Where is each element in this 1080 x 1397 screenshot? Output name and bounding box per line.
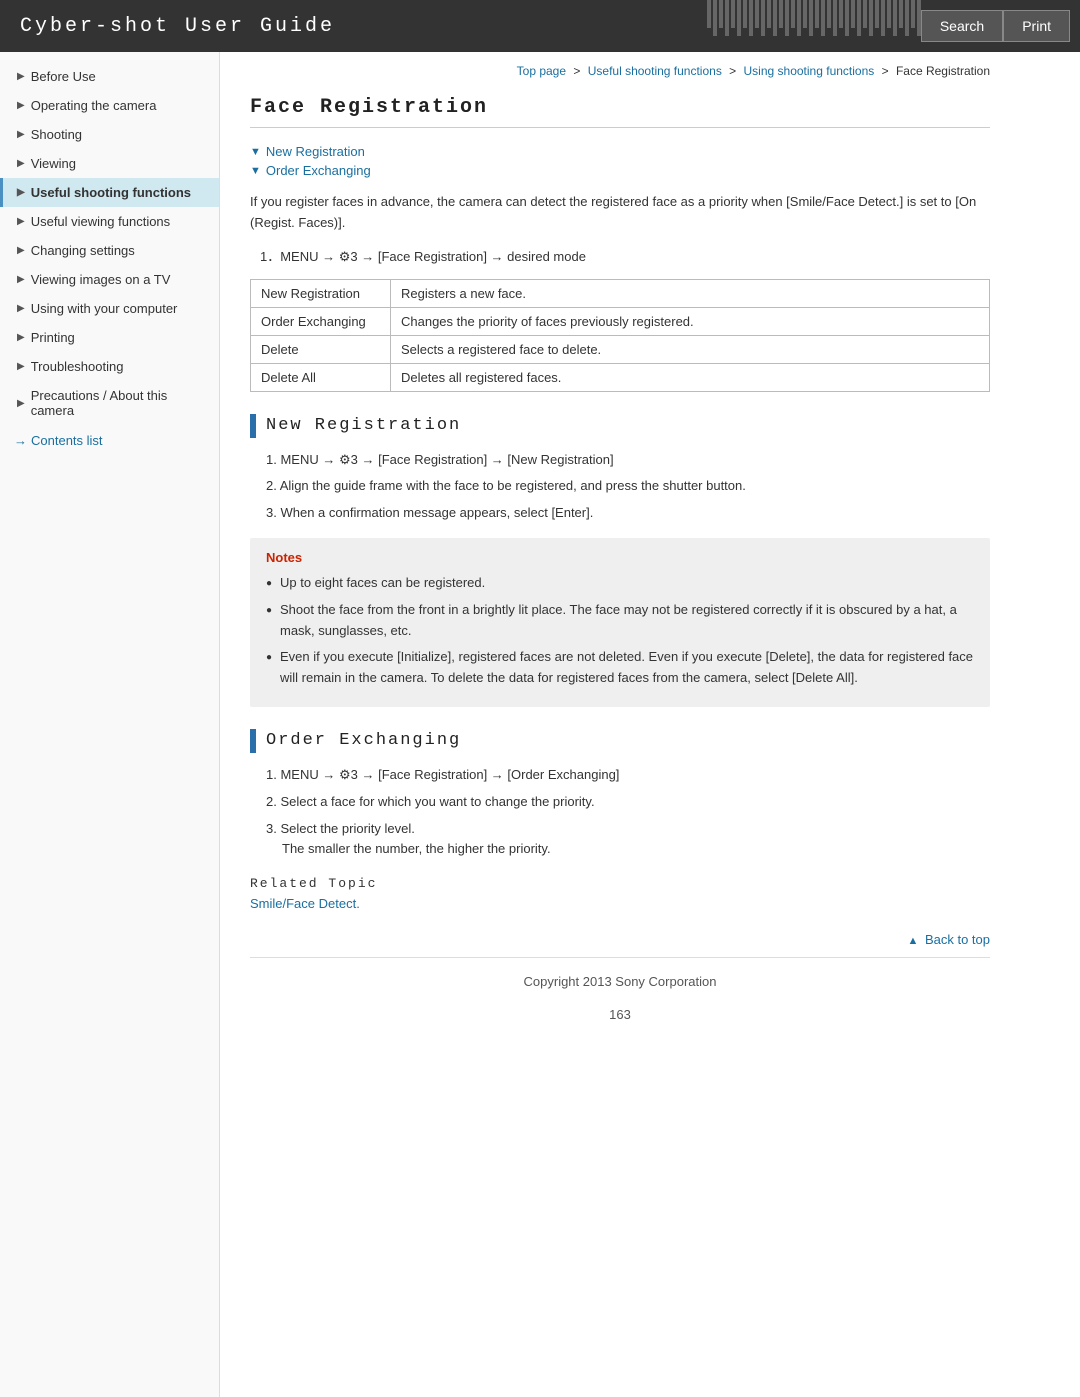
table-row: DeleteSelects a registered face to delet… xyxy=(251,335,990,363)
table-cell-value: Deletes all registered faces. xyxy=(391,363,990,391)
table-row: Delete AllDeletes all registered faces. xyxy=(251,363,990,391)
related-topic: Related Topic Smile/Face Detect. xyxy=(250,876,990,911)
header-decoration xyxy=(707,0,921,52)
triangle-down-icon: ▼ xyxy=(250,146,261,158)
triangle-down-icon: ▼ xyxy=(250,165,261,177)
app-title: Cyber-shot User Guide xyxy=(20,15,335,38)
table-cell-label: Delete All xyxy=(251,363,391,391)
blue-bar-icon xyxy=(250,729,256,753)
sidebar-item-label: Printing xyxy=(31,330,75,345)
arrow-icon: ▶ xyxy=(17,100,25,111)
table-cell-label: Delete xyxy=(251,335,391,363)
list-item: MENU → ⚙3 → [Face Registration] → [New R… xyxy=(250,450,990,471)
list-item: Up to eight faces can be registered. xyxy=(266,573,974,594)
breadcrumb-useful-shooting[interactable]: Useful shooting functions xyxy=(588,64,722,78)
function-table: New RegistrationRegisters a new face.Ord… xyxy=(250,279,990,392)
arrow-icon: ▶ xyxy=(17,361,25,372)
copyright-text: Copyright 2013 Sony Corporation xyxy=(524,974,717,989)
table-row: Order ExchangingChanges the priority of … xyxy=(251,307,990,335)
sidebar: ▶ Before Use ▶ Operating the camera ▶ Sh… xyxy=(0,52,220,1397)
sidebar-item-changing-settings[interactable]: ▶ Changing settings xyxy=(0,236,219,265)
table-row: New RegistrationRegisters a new face. xyxy=(251,279,990,307)
main-content: Top page > Useful shooting functions > U… xyxy=(220,52,1020,1397)
list-item: Even if you execute [Initialize], regist… xyxy=(266,647,974,689)
table-cell-value: Selects a registered face to delete. xyxy=(391,335,990,363)
page-number: 163 xyxy=(250,999,990,1036)
arrow-icon: ▶ xyxy=(17,303,25,314)
sidebar-item-label: Operating the camera xyxy=(31,98,157,113)
notes-list: Up to eight faces can be registered. Shoo… xyxy=(266,573,974,689)
sidebar-item-label: Before Use xyxy=(31,69,96,84)
order-exchanging-heading: Order Exchanging xyxy=(250,729,990,753)
new-registration-link[interactable]: New Registration xyxy=(266,144,365,159)
table-cell-value: Registers a new face. xyxy=(391,279,990,307)
new-registration-steps: MENU → ⚙3 → [Face Registration] → [New R… xyxy=(250,450,990,524)
sidebar-item-label: Viewing xyxy=(31,156,76,171)
notes-box: Notes Up to eight faces can be registere… xyxy=(250,538,990,707)
table-cell-label: New Registration xyxy=(251,279,391,307)
sidebar-item-shooting[interactable]: ▶ Shooting xyxy=(0,120,219,149)
sidebar-item-label: Useful viewing functions xyxy=(31,214,170,229)
list-item: Align the guide frame with the face to b… xyxy=(250,476,990,497)
order-exchanging-link[interactable]: Order Exchanging xyxy=(266,163,371,178)
sidebar-item-viewing[interactable]: ▶ Viewing xyxy=(0,149,219,178)
arrow-icon: ▶ xyxy=(17,274,25,285)
arrow-icon: ▶ xyxy=(17,245,25,256)
back-to-top-row: ▲ Back to top xyxy=(250,931,990,947)
menu-step-1: 1．MENU → ⚙3 → [Face Registration] → desi… xyxy=(250,246,990,265)
list-item: Shoot the face from the front in a brigh… xyxy=(266,600,974,642)
arrow-icon: ▶ xyxy=(17,216,25,227)
list-item: MENU → ⚙3 → [Face Registration] → [Order… xyxy=(250,765,990,786)
footer: Copyright 2013 Sony Corporation xyxy=(250,957,990,999)
page-title: Face Registration xyxy=(250,96,990,128)
breadcrumb-top[interactable]: Top page xyxy=(517,64,566,78)
arrow-icon: ▶ xyxy=(17,129,25,140)
arrow-icon: ▶ xyxy=(17,187,25,198)
sidebar-item-troubleshooting[interactable]: ▶ Troubleshooting xyxy=(0,352,219,381)
contents-list-link[interactable]: → Contents list xyxy=(0,425,219,456)
sidebar-item-useful-viewing[interactable]: ▶ Useful viewing functions xyxy=(0,207,219,236)
new-registration-heading: New Registration xyxy=(250,414,990,438)
arrow-icon: ▶ xyxy=(17,332,25,343)
sidebar-item-label: Viewing images on a TV xyxy=(31,272,171,287)
sidebar-item-label: Troubleshooting xyxy=(31,359,124,374)
table-cell-label: Order Exchanging xyxy=(251,307,391,335)
breadcrumb: Top page > Useful shooting functions > U… xyxy=(250,64,990,78)
section-links: ▼ New Registration ▼ Order Exchanging xyxy=(250,144,990,178)
sidebar-item-label: Precautions / About this camera xyxy=(31,388,209,418)
sidebar-item-label: Changing settings xyxy=(31,243,135,258)
list-item: Select the priority level.The smaller th… xyxy=(250,819,990,861)
sidebar-item-useful-shooting[interactable]: ▶ Useful shooting functions xyxy=(0,178,219,207)
arrow-right-icon: → xyxy=(14,433,27,448)
list-item: When a confirmation message appears, sel… xyxy=(250,503,990,524)
back-to-top-link[interactable]: ▲ Back to top xyxy=(907,932,990,947)
related-topic-title: Related Topic xyxy=(250,876,990,891)
sidebar-item-before-use[interactable]: ▶ Before Use xyxy=(0,62,219,91)
sidebar-item-using-computer[interactable]: ▶ Using with your computer xyxy=(0,294,219,323)
arrow-icon: ▶ xyxy=(17,398,25,409)
triangle-up-icon: ▲ xyxy=(907,935,918,947)
sidebar-item-precautions[interactable]: ▶ Precautions / About this camera xyxy=(0,381,219,425)
sidebar-item-label: Useful shooting functions xyxy=(31,185,191,200)
intro-text: If you register faces in advance, the ca… xyxy=(250,192,990,234)
print-button[interactable]: Print xyxy=(1003,10,1070,42)
sidebar-item-viewing-tv[interactable]: ▶ Viewing images on a TV xyxy=(0,265,219,294)
search-button[interactable]: Search xyxy=(921,10,1003,42)
breadcrumb-using-shooting[interactable]: Using shooting functions xyxy=(744,64,875,78)
smile-face-detect-link[interactable]: Smile/Face Detect. xyxy=(250,896,360,911)
sidebar-item-operating[interactable]: ▶ Operating the camera xyxy=(0,91,219,120)
sidebar-item-printing[interactable]: ▶ Printing xyxy=(0,323,219,352)
order-exchanging-steps: MENU → ⚙3 → [Face Registration] → [Order… xyxy=(250,765,990,860)
sidebar-item-label: Using with your computer xyxy=(31,301,178,316)
breadcrumb-current: Face Registration xyxy=(896,64,990,78)
list-item: Select a face for which you want to chan… xyxy=(250,792,990,813)
table-cell-value: Changes the priority of faces previously… xyxy=(391,307,990,335)
blue-bar-icon xyxy=(250,414,256,438)
arrow-icon: ▶ xyxy=(17,158,25,169)
sidebar-item-label: Shooting xyxy=(31,127,82,142)
contents-link-label: Contents list xyxy=(31,433,103,448)
notes-title: Notes xyxy=(266,550,974,565)
arrow-icon: ▶ xyxy=(17,71,25,82)
